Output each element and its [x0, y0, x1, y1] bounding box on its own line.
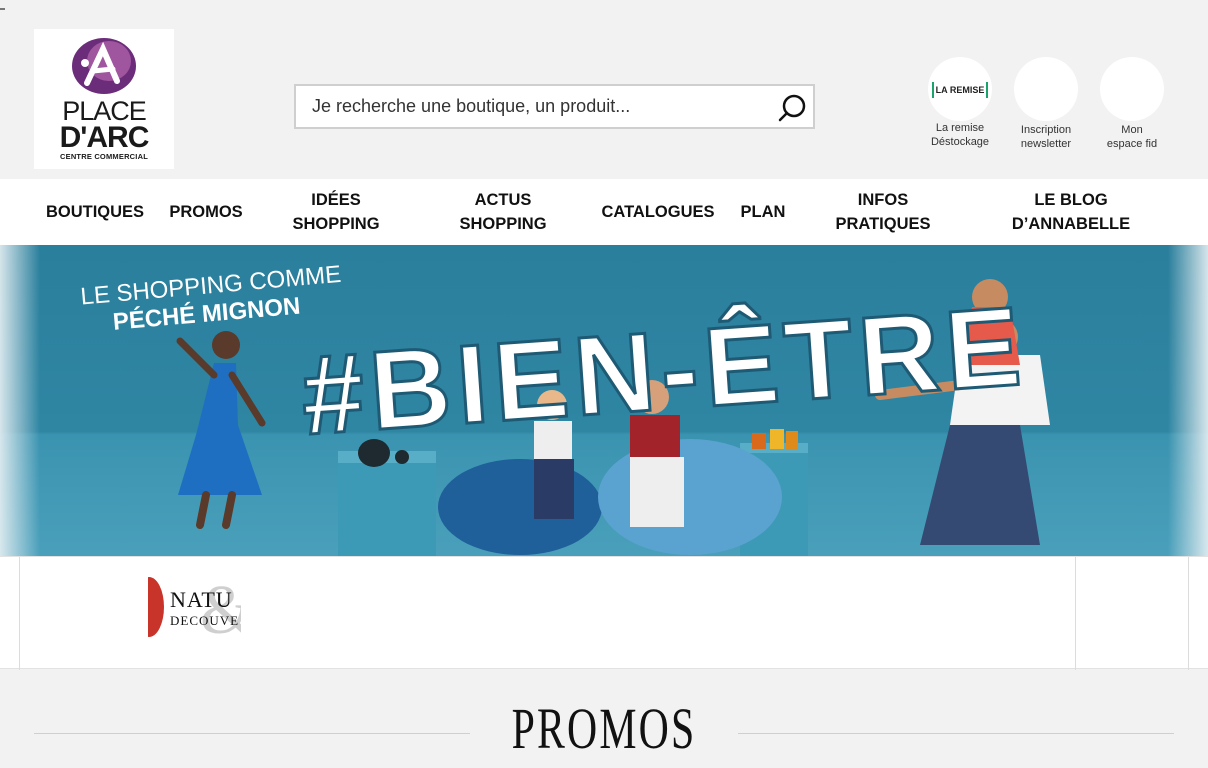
nav-item-infos-pratiques[interactable]: INFOS PRATIQUES: [823, 179, 943, 245]
nav-item-blog-annabelle[interactable]: LE BLOG D’ANNABELLE: [1000, 179, 1142, 245]
nav-item-actus-shopping[interactable]: ACTUS SHOPPING: [448, 179, 558, 245]
promos-divider-right: [738, 733, 1174, 734]
nav-item-catalogues[interactable]: CATALOGUES: [594, 179, 722, 245]
search-input[interactable]: [312, 94, 772, 119]
quick-link-label: newsletter: [1020, 138, 1072, 150]
main-navigation: BOUTIQUES PROMOS IDÉES SHOPPING ACTUS SH…: [0, 179, 1208, 245]
quick-link-la-remise[interactable]: LA REMISE La remise Déstockage: [922, 57, 998, 148]
newsletter-icon: [1014, 57, 1078, 121]
carousel-divider: [1188, 557, 1189, 670]
logo-mark: [72, 38, 136, 94]
logo-text-subtitle: CENTRE COMMERCIAL: [60, 152, 148, 161]
hero-banner-illustration: #BIEN-ÊTRE LE SHOPPING COMME PÉCHÉ MIGNO…: [0, 245, 1208, 556]
nav-item-idees-shopping[interactable]: IDÉES SHOPPING: [281, 179, 391, 245]
quick-link-label: Déstockage: [930, 136, 990, 148]
nav-item-plan[interactable]: PLAN: [736, 179, 790, 245]
logo-text-darc: D'ARC: [59, 121, 150, 154]
brand-logo-text: NATU: [170, 587, 233, 612]
brand-logo-mark: [148, 577, 164, 637]
quick-link-label: Inscription: [1020, 124, 1072, 136]
quick-link-newsletter[interactable]: Inscription newsletter: [1008, 57, 1084, 150]
la-remise-logo: LA REMISE: [932, 82, 988, 98]
quick-link-label: La remise: [935, 122, 985, 134]
search-bar: [294, 84, 815, 129]
search-icon[interactable]: [777, 93, 807, 123]
quick-link-espace-fid[interactable]: Mon espace fid: [1094, 57, 1170, 150]
la-remise-icon: LA REMISE: [928, 57, 992, 121]
quick-link-label: Mon: [1121, 124, 1143, 136]
quick-link-label: espace fid: [1106, 138, 1158, 150]
carousel-divider: [19, 557, 20, 670]
loyalty-account-icon: [1100, 57, 1164, 121]
promos-heading: PROMOS: [511, 696, 697, 761]
brand-logo-nature-decouvertes[interactable]: & NATU DECOUVE: [148, 557, 241, 670]
brand-carousel: & NATU DECOUVE: [0, 556, 1208, 670]
header: PLACE D'ARC CENTRE COMMERCIAL LA REMISE …: [0, 0, 1208, 179]
promos-divider-left: [34, 733, 470, 734]
nav-item-boutiques[interactable]: BOUTIQUES: [40, 179, 150, 245]
carousel-divider: [1075, 557, 1076, 670]
site-logo[interactable]: PLACE D'ARC CENTRE COMMERCIAL: [34, 29, 174, 169]
nav-item-promos[interactable]: PROMOS: [162, 179, 250, 245]
hero-banner[interactable]: #BIEN-ÊTRE LE SHOPPING COMME PÉCHÉ MIGNO…: [0, 245, 1208, 556]
brand-logo-text: DECOUVE: [170, 613, 240, 628]
